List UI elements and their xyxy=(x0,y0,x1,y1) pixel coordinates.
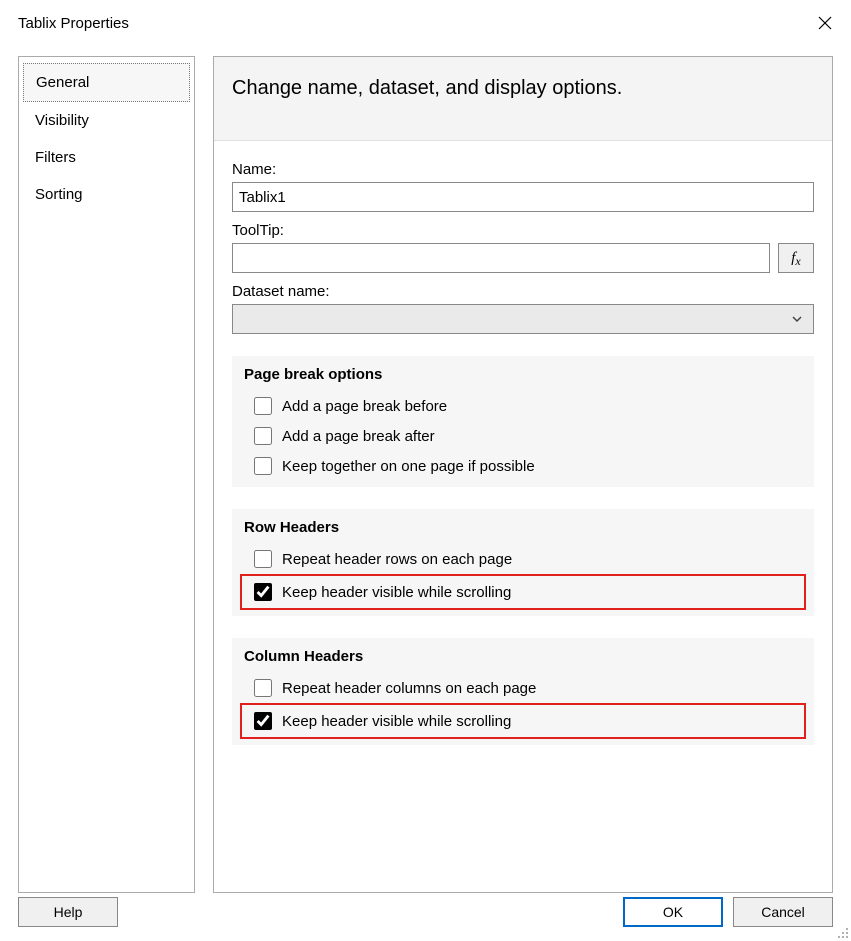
check-label: Repeat header rows on each page xyxy=(282,551,512,568)
nav-item-visibility[interactable]: Visibility xyxy=(23,102,190,139)
check-keep-together[interactable]: Keep together on one page if possible xyxy=(244,451,802,481)
check-label: Keep together on one page if possible xyxy=(282,458,535,475)
check-page-break-before[interactable]: Add a page break before xyxy=(244,391,802,421)
dataset-label: Dataset name: xyxy=(232,283,814,300)
check-label: Repeat header columns on each page xyxy=(282,680,536,697)
highlight-row-keep-visible: Keep header visible while scrolling xyxy=(240,574,806,610)
checkbox-row-keep-visible[interactable] xyxy=(254,583,272,601)
content-panel: Change name, dataset, and display option… xyxy=(213,56,833,893)
name-label: Name: xyxy=(232,161,814,178)
nav-item-general[interactable]: General xyxy=(23,63,190,102)
checkbox-page-break-after[interactable] xyxy=(254,427,272,445)
nav-item-sorting[interactable]: Sorting xyxy=(23,176,190,213)
check-page-break-after[interactable]: Add a page break after xyxy=(244,421,802,451)
content-body: Name: ToolTip: fx Dataset name: Page bre… xyxy=(214,141,832,763)
cancel-button[interactable]: Cancel xyxy=(733,897,833,927)
dialog-body: General Visibility Filters Sorting Chang… xyxy=(0,46,851,893)
checkbox-page-break-before[interactable] xyxy=(254,397,272,415)
highlight-column-keep-visible: Keep header visible while scrolling xyxy=(240,703,806,739)
chevron-down-icon xyxy=(791,313,803,325)
close-icon xyxy=(818,16,832,30)
section-title-column-headers: Column Headers xyxy=(244,644,802,673)
name-input[interactable] xyxy=(232,182,814,212)
window-title: Tablix Properties xyxy=(18,15,129,32)
fx-button[interactable]: fx xyxy=(778,243,814,273)
ok-button[interactable]: OK xyxy=(623,897,723,927)
titlebar: Tablix Properties xyxy=(0,0,851,46)
section-page-break: Page break options Add a page break befo… xyxy=(232,356,814,487)
check-label: Keep header visible while scrolling xyxy=(282,713,511,730)
check-label: Keep header visible while scrolling xyxy=(282,584,511,601)
tooltip-input[interactable] xyxy=(232,243,770,273)
section-column-headers: Column Headers Repeat header columns on … xyxy=(232,638,814,745)
section-row-headers: Row Headers Repeat header rows on each p… xyxy=(232,509,814,616)
help-button[interactable]: Help xyxy=(18,897,118,927)
dataset-dropdown[interactable] xyxy=(232,304,814,334)
content-header: Change name, dataset, and display option… xyxy=(214,57,832,141)
check-label: Add a page break before xyxy=(282,398,447,415)
nav-item-filters[interactable]: Filters xyxy=(23,139,190,176)
section-title-page-break: Page break options xyxy=(244,362,802,391)
check-row-keep-visible[interactable]: Keep header visible while scrolling xyxy=(244,577,802,607)
nav-panel: General Visibility Filters Sorting xyxy=(18,56,195,893)
checkbox-repeat-header-columns[interactable] xyxy=(254,679,272,697)
check-repeat-header-rows[interactable]: Repeat header rows on each page xyxy=(244,544,802,574)
check-column-keep-visible[interactable]: Keep header visible while scrolling xyxy=(244,706,802,736)
section-title-row-headers: Row Headers xyxy=(244,515,802,544)
bottom-bar: Help OK Cancel xyxy=(0,893,851,941)
resize-grip-icon[interactable] xyxy=(835,925,849,939)
checkbox-column-keep-visible[interactable] xyxy=(254,712,272,730)
checkbox-repeat-header-rows[interactable] xyxy=(254,550,272,568)
close-button[interactable] xyxy=(811,9,839,37)
check-label: Add a page break after xyxy=(282,428,435,445)
checkbox-keep-together[interactable] xyxy=(254,457,272,475)
check-repeat-header-columns[interactable]: Repeat header columns on each page xyxy=(244,673,802,703)
tooltip-label: ToolTip: xyxy=(232,222,814,239)
